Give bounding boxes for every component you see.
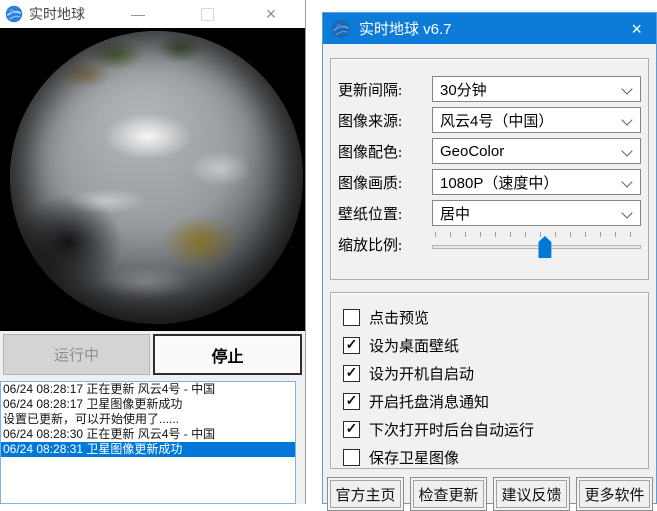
setting-row-wallpaper-position: 壁纸位置: 居中 (338, 200, 641, 226)
selected-value: 30分钟 (440, 79, 487, 100)
feedback-button[interactable]: 建议反馈 (493, 477, 570, 511)
checkbox-row-autostart: ✓ 设为开机自启动 (343, 359, 636, 387)
log-list-item[interactable]: 06/24 08:28:30 正在更新 风云4号 - 中国 (1, 427, 295, 442)
earth-satellite-image (10, 31, 303, 324)
selected-value: 风云4号（中国） (440, 110, 553, 131)
color-scheme-select[interactable]: GeoColor (432, 138, 641, 164)
selected-value: 1080P（速度中） (440, 172, 558, 193)
footer-buttons-row: 官方主页 检查更新 建议反馈 更多软件 (327, 477, 653, 511)
settings-window: 实时地球 v6.7 × 更新间隔: 30分钟 图像来源: 风云4号（中国） 图像… (322, 12, 657, 504)
checkbox-row-tray-notifications: ✓ 开启托盘消息通知 (343, 387, 636, 415)
checkbox-label: 点击预览 (369, 307, 429, 328)
row-label: 缩放比例: (338, 234, 432, 255)
chevron-down-icon (621, 176, 632, 187)
globe-icon (5, 5, 23, 23)
zoom-slider[interactable] (432, 229, 641, 259)
row-label: 图像配色: (338, 141, 432, 162)
check-icon: ✓ (346, 393, 358, 407)
chevron-down-icon (621, 114, 632, 125)
setting-row-zoom-scale: 缩放比例: (338, 231, 641, 257)
checkbox-label: 设为桌面壁纸 (369, 335, 459, 356)
chevron-down-icon (621, 83, 632, 94)
check-icon: ✓ (346, 421, 358, 435)
checkbox-row-background-run: ✓ 下次打开时后台自动运行 (343, 415, 636, 443)
window-title: 实时地球 (29, 4, 85, 24)
setting-row-color-scheme: 图像配色: GeoColor (338, 138, 641, 164)
checkbox-save-images[interactable]: ✓ (343, 449, 360, 466)
check-icon: ✓ (346, 337, 358, 351)
zoom-slider-thumb[interactable] (538, 236, 551, 258)
stop-button[interactable]: 停止 (153, 334, 302, 375)
setting-row-update-interval: 更新间隔: 30分钟 (338, 76, 641, 102)
settings-title: 实时地球 v6.7 (359, 18, 452, 39)
earth-preview-window: 实时地球 — × 运行中 停止 06/24 08:28:17 正在更新 风云4号… (0, 0, 306, 504)
globe-icon (331, 19, 351, 39)
close-icon[interactable]: × (631, 20, 642, 38)
log-list-item[interactable]: 06/24 08:28:17 卫星图像更新成功 (1, 397, 295, 412)
image-settings-group: 更新间隔: 30分钟 图像来源: 风云4号（中国） 图像配色: GeoColor… (330, 58, 649, 280)
official-homepage-button[interactable]: 官方主页 (327, 477, 404, 511)
row-label: 壁纸位置: (338, 203, 432, 224)
satellite-image-panel (0, 28, 305, 331)
chevron-down-icon (621, 207, 632, 218)
checkbox-background-run[interactable]: ✓ (343, 421, 360, 438)
minimize-icon[interactable]: — (125, 0, 151, 28)
checkbox-label: 设为开机自启动 (369, 363, 474, 384)
slider-track[interactable] (432, 245, 641, 249)
close-icon[interactable]: × (258, 0, 284, 28)
control-buttons-row: 运行中 停止 (0, 331, 305, 378)
chevron-down-icon (621, 145, 632, 156)
left-titlebar: 实时地球 — × (0, 0, 305, 28)
checkbox-label: 保存卫星图像 (369, 447, 459, 468)
setting-row-image-quality: 图像画质: 1080P（速度中） (338, 169, 641, 195)
checkbox-click-preview[interactable]: ✓ (343, 309, 360, 326)
log-list-item[interactable]: 06/24 08:28:17 正在更新 风云4号 - 中国 (1, 382, 295, 397)
log-list-item[interactable]: 06/24 08:28:31 卫星图像更新成功 (1, 442, 295, 457)
selected-value: GeoColor (440, 143, 504, 160)
settings-titlebar: 实时地球 v6.7 × (323, 13, 656, 44)
running-button: 运行中 (3, 334, 150, 375)
setting-row-image-source: 图像来源: 风云4号（中国） (338, 107, 641, 133)
checkbox-row-save-images: ✓ 保存卫星图像 (343, 443, 636, 471)
selected-value: 居中 (440, 203, 470, 224)
options-group: ✓ 点击预览 ✓ 设为桌面壁纸 ✓ 设为开机自启动 ✓ 开启托盘消息通知 ✓ 下… (330, 292, 649, 469)
maximize-icon[interactable] (194, 0, 220, 28)
slider-ticks (435, 232, 640, 237)
checkbox-tray-notifications[interactable]: ✓ (343, 393, 360, 410)
checkbox-row-desktop-wallpaper: ✓ 设为桌面壁纸 (343, 331, 636, 359)
checkbox-autostart[interactable]: ✓ (343, 365, 360, 382)
check-icon: ✓ (346, 365, 358, 379)
row-label: 更新间隔: (338, 79, 432, 100)
log-list-item[interactable]: 设置已更新，可以开始使用了...... (1, 412, 295, 427)
checkbox-row-preview: ✓ 点击预览 (343, 303, 636, 331)
update-interval-select[interactable]: 30分钟 (432, 76, 641, 102)
checkbox-label: 开启托盘消息通知 (369, 391, 489, 412)
wallpaper-position-select[interactable]: 居中 (432, 200, 641, 226)
checkbox-set-wallpaper[interactable]: ✓ (343, 337, 360, 354)
row-label: 图像来源: (338, 110, 432, 131)
row-label: 图像画质: (338, 172, 432, 193)
image-quality-select[interactable]: 1080P（速度中） (432, 169, 641, 195)
maximize-square (201, 8, 214, 21)
check-update-button[interactable]: 检查更新 (410, 477, 487, 511)
more-software-button[interactable]: 更多软件 (576, 477, 653, 511)
checkbox-label: 下次打开时后台自动运行 (369, 419, 534, 440)
image-source-select[interactable]: 风云4号（中国） (432, 107, 641, 133)
log-listbox[interactable]: 06/24 08:28:17 正在更新 风云4号 - 中国 06/24 08:2… (0, 381, 296, 504)
